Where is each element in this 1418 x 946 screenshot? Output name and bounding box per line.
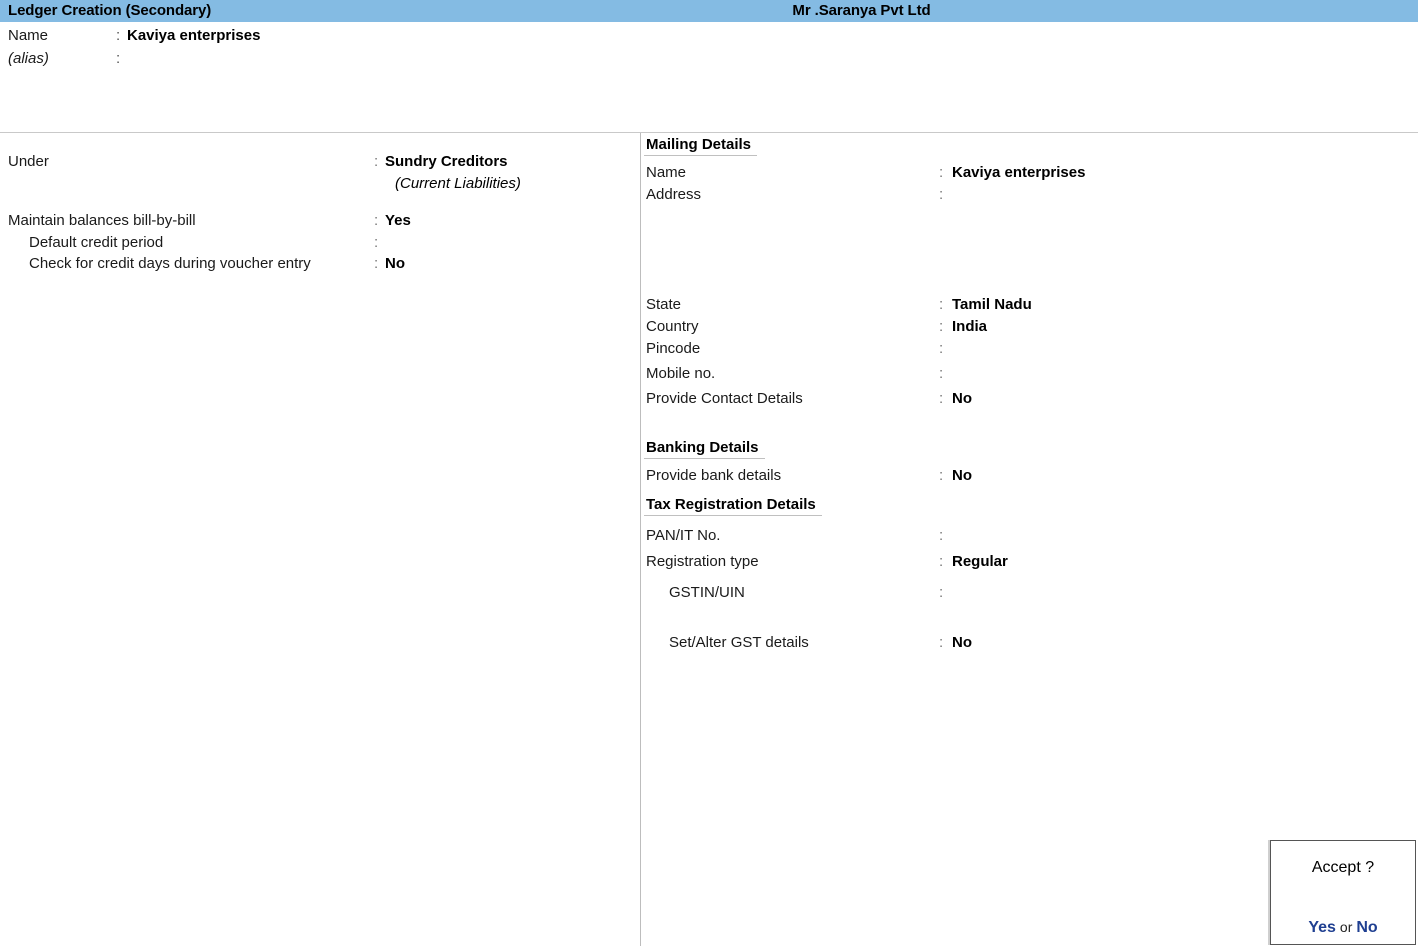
- field-check-credit-days-label: Check for credit days during voucher ent…: [29, 255, 311, 272]
- field-set-alter-gst-details-colon: :: [939, 634, 943, 651]
- field-maintain-balances-colon: :: [374, 212, 378, 229]
- field-state-colon: :: [939, 296, 943, 313]
- name-value[interactable]: Kaviya enterprises: [127, 27, 260, 44]
- field-provide-bank-details-colon: :: [939, 467, 943, 484]
- field-registration-type-value[interactable]: Regular: [952, 553, 1008, 570]
- field-maintain-balances-value[interactable]: Yes: [385, 212, 411, 229]
- accept-yes-button[interactable]: Yes: [1308, 919, 1336, 936]
- company-name: Mr .Saranya Pvt Ltd: [0, 2, 1418, 19]
- accept-no-button[interactable]: No: [1356, 919, 1377, 936]
- accept-or-label: or: [1336, 919, 1356, 935]
- field-country-colon: :: [939, 318, 943, 335]
- field-gstin-uin-colon: :: [939, 584, 943, 601]
- accept-dialog: Accept ? YesorNo: [1270, 840, 1416, 945]
- field-mailing-name-value[interactable]: Kaviya enterprises: [952, 164, 1085, 181]
- field-pincode-colon: :: [939, 340, 943, 357]
- field-pan-it-no-label: PAN/IT No.: [646, 527, 720, 544]
- field-maintain-balances-label: Maintain balances bill-by-bill: [8, 212, 196, 229]
- field-mailing-address-label: Address: [646, 186, 701, 203]
- field-check-credit-days-value[interactable]: No: [385, 255, 405, 272]
- accept-question: Accept ?: [1271, 859, 1415, 877]
- field-mailing-name-label: Name: [646, 164, 686, 181]
- field-registration-type-label: Registration type: [646, 553, 759, 570]
- field-provide-contact-details-colon: :: [939, 390, 943, 407]
- accept-actions: YesorNo: [1271, 919, 1415, 937]
- field-set-alter-gst-details-label: Set/Alter GST details: [669, 634, 809, 651]
- field-gstin-uin-label: GSTIN/UIN: [669, 584, 745, 601]
- name-colon: :: [116, 27, 120, 44]
- field-under-label: Under: [8, 153, 49, 170]
- title-bar: Ledger Creation (Secondary) Mr .Saranya …: [0, 0, 1418, 22]
- section-heading-tax-registration-details: Tax Registration Details: [644, 496, 822, 516]
- field-mailing-name-colon: :: [939, 164, 943, 181]
- pane-divider: [640, 133, 641, 946]
- section-heading-mailing-details: Mailing Details: [644, 136, 757, 156]
- field-mailing-address-colon: :: [939, 186, 943, 203]
- field-provide-contact-details-value[interactable]: No: [952, 390, 972, 407]
- field-pan-it-no-colon: :: [939, 527, 943, 544]
- field-provide-bank-details-value[interactable]: No: [952, 467, 972, 484]
- field-under-value[interactable]: Sundry Creditors: [385, 153, 508, 170]
- field-set-alter-gst-details-value[interactable]: No: [952, 634, 972, 651]
- tally-ledger-creation-screen: Ledger Creation (Secondary) Mr .Saranya …: [0, 0, 1418, 946]
- field-under-colon: :: [374, 153, 378, 170]
- section-heading-banking-details: Banking Details: [644, 439, 765, 459]
- field-country-value[interactable]: India: [952, 318, 987, 335]
- field-state-label: State: [646, 296, 681, 313]
- name-label: Name: [8, 27, 48, 44]
- field-under-group-value: (Current Liabilities): [395, 175, 521, 192]
- field-check-credit-days-colon: :: [374, 255, 378, 272]
- field-provide-contact-details-label: Provide Contact Details: [646, 390, 803, 407]
- field-mobile-no-colon: :: [939, 365, 943, 382]
- field-pincode-label: Pincode: [646, 340, 700, 357]
- header-divider: [0, 132, 1418, 133]
- field-default-credit-period-label: Default credit period: [29, 234, 163, 251]
- field-provide-bank-details-label: Provide bank details: [646, 467, 781, 484]
- alias-label: (alias): [8, 50, 49, 67]
- field-registration-type-colon: :: [939, 553, 943, 570]
- field-default-credit-period-colon: :: [374, 234, 378, 251]
- alias-colon: :: [116, 50, 120, 67]
- field-state-value[interactable]: Tamil Nadu: [952, 296, 1032, 313]
- name-block: Name : Kaviya enterprises (alias) :: [0, 22, 1418, 132]
- field-mobile-no-label: Mobile no.: [646, 365, 715, 382]
- field-country-label: Country: [646, 318, 699, 335]
